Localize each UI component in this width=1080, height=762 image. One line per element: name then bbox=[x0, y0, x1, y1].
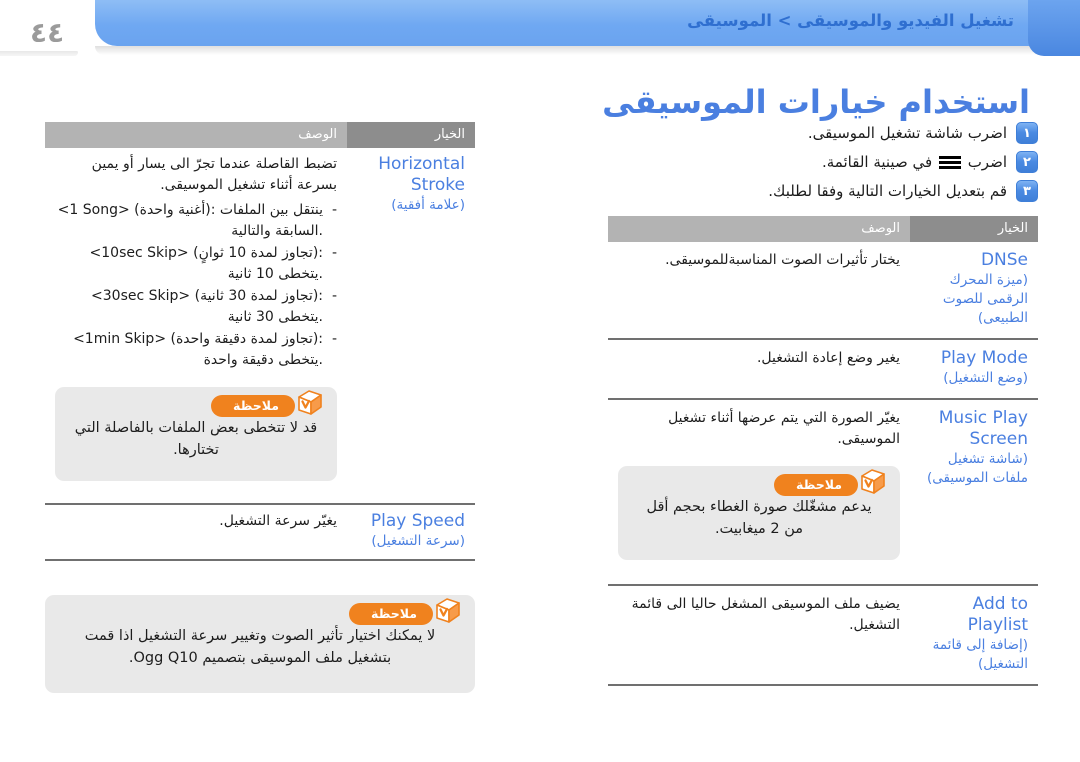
table-cell-description: يختار تأثيرات الصوت المناسبةللموسيقى. bbox=[608, 242, 910, 340]
option-name-ar: (سرعة التشغيل) bbox=[371, 533, 465, 549]
table-cell-option: Music Play Screen (شاشة تشغيل ملفات المو… bbox=[910, 399, 1038, 586]
option-name-ar: (شاشة تشغيل ملفات الموسيقى) bbox=[926, 451, 1028, 486]
option-name-ar: (إضافة إلى قائمة التشغيل) bbox=[932, 637, 1028, 672]
note-box: ملاحظة لا يمكنك اختيار تأثير الصوت وتغيي… bbox=[45, 595, 475, 693]
step-item: ١ اضرب شاشة تشغيل الموسيقى. bbox=[608, 122, 1038, 144]
description-bullet-list: <1 Song> (أغنية واحدة): ينتقل بين الملفا… bbox=[55, 200, 337, 371]
music-options-table-left: الخيار الوصف Horizontal Stroke (علامة أف… bbox=[45, 122, 475, 561]
option-name-ar: (علامة أفقية) bbox=[391, 197, 465, 213]
note-label: ملاحظة bbox=[349, 602, 433, 625]
step-item: ٢ اضرب في صينية القائمة. bbox=[608, 151, 1038, 173]
step-number-badge: ٢ bbox=[1016, 151, 1038, 173]
note-header: ملاحظة bbox=[211, 385, 325, 419]
page-header: تشغيل الفيديو والموسيقى > الموسيقى bbox=[0, 0, 1080, 56]
table-header-option: الخيار bbox=[347, 122, 475, 148]
table-cell-option: Add to Playlist (إضافة إلى قائمة التشغيل… bbox=[910, 585, 1038, 686]
table-cell-description: تضبط القاصلة عندما تجرّ الى يسار أو يمين… bbox=[45, 148, 347, 505]
table-cell-option: Play Speed (سرعة التشغيل) bbox=[347, 504, 475, 561]
note-label: ملاحظة bbox=[774, 473, 858, 496]
header-corner-tab bbox=[1028, 0, 1080, 56]
left-column: الخيار الوصف Horizontal Stroke (علامة أف… bbox=[45, 122, 475, 707]
step-number-badge: ١ bbox=[1016, 122, 1038, 144]
note-check-box-icon bbox=[295, 387, 325, 417]
step-text: اضرب في صينية القائمة. bbox=[822, 151, 1007, 173]
breadcrumb: تشغيل الفيديو والموسيقى > الموسيقى bbox=[687, 11, 1014, 30]
table-row: DNSe (ميزة المحرك الرقمى للصوت الطبيعى) … bbox=[608, 242, 1038, 340]
note-label: ملاحظة bbox=[211, 394, 295, 417]
option-name-en: Add to Playlist bbox=[967, 594, 1028, 635]
table-header-row: الخيار الوصف bbox=[45, 122, 475, 148]
right-column: ١ اضرب شاشة تشغيل الموسيقى. ٢ اضرب في صي… bbox=[608, 122, 1038, 686]
table-cell-description: يضيف ملف الموسيقى المشغل حاليا الى قائمة… bbox=[608, 585, 910, 686]
step-number-badge: ٣ bbox=[1016, 180, 1038, 202]
table-header-row: الخيار الوصف bbox=[608, 216, 1038, 242]
option-name-en: Play Mode bbox=[940, 348, 1028, 368]
music-options-table-right: الخيار الوصف DNSe (ميزة المحرك الرقمى لل… bbox=[608, 216, 1038, 686]
table-cell-description: يغيّر الصورة التي يتم عرضها أثناء تشغيل … bbox=[608, 399, 910, 586]
option-name-en: Music Play Screen bbox=[938, 408, 1028, 449]
table-row: Music Play Screen (شاشة تشغيل ملفات المو… bbox=[608, 399, 1038, 586]
note-header: ملاحظة bbox=[349, 593, 463, 627]
page-number: ٤٤ bbox=[30, 16, 65, 49]
table-header-description: الوصف bbox=[45, 122, 347, 148]
list-item: <1 Song> (أغنية واحدة): ينتقل بين الملفا… bbox=[55, 200, 337, 242]
option-name-ar: (ميزة المحرك الرقمى للصوت الطبيعى) bbox=[942, 272, 1028, 326]
step-text-after: في صينية القائمة. bbox=[822, 153, 933, 171]
table-cell-option: Play Mode (وضع التشغيل) bbox=[910, 339, 1038, 400]
note-check-box-icon bbox=[858, 466, 888, 496]
option-name-ar: (وضع التشغيل) bbox=[943, 370, 1028, 386]
hamburger-menu-icon bbox=[938, 156, 961, 169]
table-row: Play Mode (وضع التشغيل) يغير وضع إعادة ا… bbox=[608, 339, 1038, 400]
table-cell-description: يغير وضع إعادة التشغيل. bbox=[608, 339, 910, 400]
note-text: لا يمكنك اختيار تأثير الصوت وتغيير سرعة … bbox=[84, 628, 436, 666]
option-name-en: Horizontal Stroke bbox=[378, 154, 465, 195]
page-number-rule bbox=[0, 51, 78, 56]
list-item: <10sec Skip> (تجاوز لمدة 10 ثوانٍ): يتخط… bbox=[55, 243, 337, 285]
step-text-before: اضرب bbox=[967, 153, 1007, 171]
table-cell-description: يغيّر سرعة التشغيل. bbox=[45, 504, 347, 561]
note-text: قد لا تتخطى بعض الملفات بالفاصلة التي تخ… bbox=[74, 420, 318, 458]
page-title: استخدام خيارات الموسيقى bbox=[602, 83, 1030, 122]
header-banner-shadow bbox=[95, 46, 1062, 55]
note-box: ملاحظة قد لا تتخطى بعض الملفات بالفاصلة … bbox=[55, 387, 337, 481]
table-row: Play Speed (سرعة التشغيل) يغيّر سرعة الت… bbox=[45, 504, 475, 561]
note-text: يدعم مشغّلك صورة الغطاء بحجم أقل من 2 مي… bbox=[646, 499, 872, 537]
step-item: ٣ قم بتعديل الخيارات التالية وفقا لطلبك. bbox=[608, 180, 1038, 202]
table-cell-option: DNSe (ميزة المحرك الرقمى للصوت الطبيعى) bbox=[910, 242, 1038, 340]
step-text: اضرب شاشة تشغيل الموسيقى. bbox=[807, 124, 1007, 142]
option-name-en: Play Speed bbox=[370, 511, 465, 531]
list-item: <30sec Skip> (تجاوز لمدة 30 ثانية): يتخط… bbox=[55, 286, 337, 328]
step-text: قم بتعديل الخيارات التالية وفقا لطلبك. bbox=[768, 182, 1007, 200]
note-box: ملاحظة يدعم مشغّلك صورة الغطاء بحجم أقل … bbox=[618, 466, 900, 560]
table-row: Add to Playlist (إضافة إلى قائمة التشغيل… bbox=[608, 585, 1038, 686]
description-text: يغيّر الصورة التي يتم عرضها أثناء تشغيل … bbox=[668, 410, 900, 447]
table-header-description: الوصف bbox=[608, 216, 910, 242]
list-item: <1min Skip> (تجاوز لمدة دقيقة واحدة): يت… bbox=[55, 329, 337, 371]
table-cell-option: Horizontal Stroke (علامة أفقية) bbox=[347, 148, 475, 505]
option-name-en: DNSe bbox=[980, 250, 1028, 270]
steps-list: ١ اضرب شاشة تشغيل الموسيقى. ٢ اضرب في صي… bbox=[608, 122, 1038, 202]
table-header-option: الخيار bbox=[910, 216, 1038, 242]
description-text: تضبط القاصلة عندما تجرّ الى يسار أو يمين… bbox=[91, 156, 337, 193]
note-header: ملاحظة bbox=[774, 464, 888, 498]
table-row: Horizontal Stroke (علامة أفقية) تضبط الق… bbox=[45, 148, 475, 505]
note-check-box-icon bbox=[433, 595, 463, 625]
